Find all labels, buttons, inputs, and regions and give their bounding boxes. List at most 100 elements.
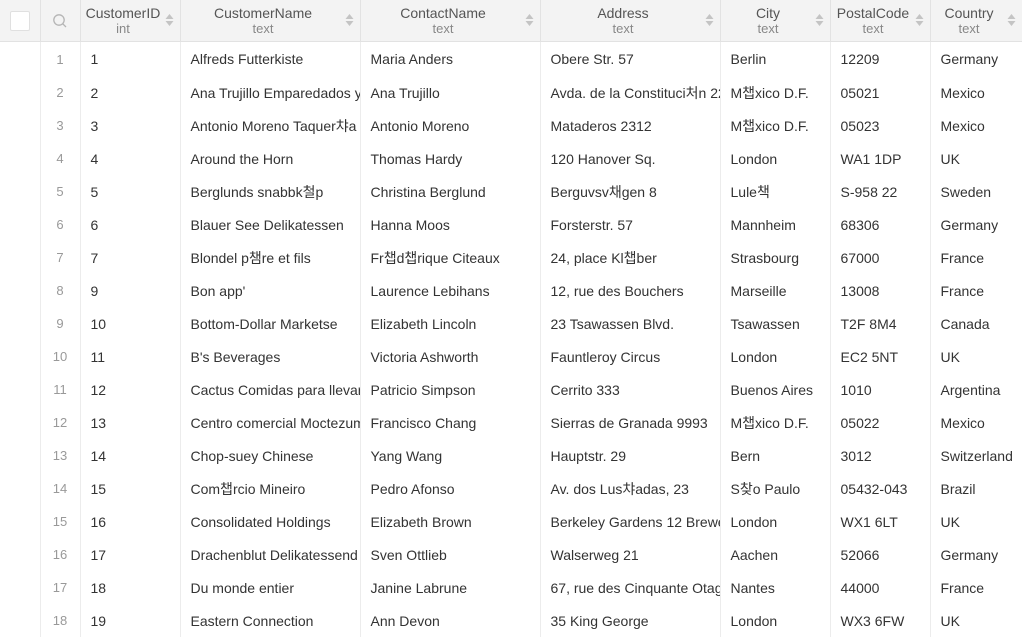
table-row[interactable]: 3 3 Antonio Moreno Taquer챠a Antonio Moreno M… [0, 109, 1022, 142]
cell-city[interactable]: Mannheim [720, 208, 831, 241]
table-row[interactable]: 1 1 Alfreds Futterkiste Maria Anders Obere S… [0, 41, 1022, 76]
cell-country[interactable]: Germany [930, 41, 1022, 76]
cell-postal-code[interactable]: 1010 [830, 373, 931, 406]
cell-customer-id[interactable]: 5 [80, 175, 181, 208]
cell-postal-code[interactable]: 67000 [830, 241, 931, 274]
table-row[interactable]: 5 5 Berglunds snabbk철p Christina Berglund Be… [0, 175, 1022, 208]
column-header-country[interactable]: Country text [930, 0, 1022, 42]
column-header-postal-code[interactable]: PostalCode text [830, 0, 931, 42]
row-select-cell[interactable] [0, 142, 41, 175]
cell-contact-name[interactable]: Maria Anders [360, 41, 541, 76]
row-select-cell[interactable] [0, 175, 41, 208]
cell-customer-name[interactable]: Cactus Comidas para llevar [180, 373, 361, 406]
cell-address[interactable]: 35 King George [540, 604, 721, 637]
cell-contact-name[interactable]: Sven Ottlieb [360, 538, 541, 571]
cell-customer-id[interactable]: 15 [80, 472, 181, 505]
cell-country[interactable]: Mexico [930, 76, 1022, 109]
cell-country[interactable]: Brazil [930, 472, 1022, 505]
table-row[interactable]: 7 7 Blondel p챔re et fils Fr챕d챕rique Citeaux… [0, 241, 1022, 274]
cell-country[interactable]: UK [930, 604, 1022, 637]
cell-city[interactable]: London [720, 142, 831, 175]
cell-customer-name[interactable]: Drachenblut Delikatessend [180, 538, 361, 571]
table-row[interactable]: 2 2 Ana Trujillo Emparedados y Ana Trujillo… [0, 76, 1022, 109]
cell-country[interactable]: UK [930, 142, 1022, 175]
cell-customer-name[interactable]: Du monde entier [180, 571, 361, 604]
cell-customer-name[interactable]: Alfreds Futterkiste [180, 41, 361, 76]
cell-country[interactable]: Germany [930, 538, 1022, 571]
row-select-cell[interactable] [0, 109, 41, 142]
cell-postal-code[interactable]: S-958 22 [830, 175, 931, 208]
cell-country[interactable]: Sweden [930, 175, 1022, 208]
row-select-cell[interactable] [0, 41, 41, 76]
cell-postal-code[interactable]: 05023 [830, 109, 931, 142]
cell-contact-name[interactable]: Laurence Lebihans [360, 274, 541, 307]
cell-address[interactable]: Berguvsv채gen 8 [540, 175, 721, 208]
cell-address[interactable]: Fauntleroy Circus [540, 340, 721, 373]
column-header-customer-id[interactable]: CustomerID int [80, 0, 181, 42]
table-row[interactable]: 10 11 B's Beverages Victoria Ashworth Fauntl… [0, 340, 1022, 373]
cell-city[interactable]: S찾o Paulo [720, 472, 831, 505]
column-header-address[interactable]: Address text [540, 0, 721, 42]
cell-country[interactable]: UK [930, 340, 1022, 373]
cell-city[interactable]: Bern [720, 439, 831, 472]
cell-country[interactable]: Switzerland [930, 439, 1022, 472]
cell-customer-name[interactable]: Bon app' [180, 274, 361, 307]
cell-customer-id[interactable]: 17 [80, 538, 181, 571]
cell-postal-code[interactable]: 05021 [830, 76, 931, 109]
cell-customer-id[interactable]: 2 [80, 76, 181, 109]
cell-postal-code[interactable]: 3012 [830, 439, 931, 472]
cell-contact-name[interactable]: Yang Wang [360, 439, 541, 472]
table-row[interactable]: 4 4 Around the Horn Thomas Hardy 120 Hanover… [0, 142, 1022, 175]
cell-address[interactable]: Obere Str. 57 [540, 41, 721, 76]
cell-customer-id[interactable]: 12 [80, 373, 181, 406]
cell-contact-name[interactable]: Francisco Chang [360, 406, 541, 439]
cell-city[interactable]: M챕xico D.F. [720, 109, 831, 142]
cell-city[interactable]: M챕xico D.F. [720, 406, 831, 439]
cell-address[interactable]: Sierras de Granada 9993 [540, 406, 721, 439]
cell-city[interactable]: M챕xico D.F. [720, 76, 831, 109]
cell-customer-name[interactable]: B's Beverages [180, 340, 361, 373]
row-select-cell[interactable] [0, 505, 41, 538]
cell-customer-id[interactable]: 16 [80, 505, 181, 538]
cell-customer-name[interactable]: Eastern Connection [180, 604, 361, 637]
cell-city[interactable]: Buenos Aires [720, 373, 831, 406]
cell-customer-id[interactable]: 6 [80, 208, 181, 241]
row-select-cell[interactable] [0, 208, 41, 241]
cell-customer-id[interactable]: 10 [80, 307, 181, 340]
sort-icon[interactable] [815, 13, 824, 27]
column-header-customer-name[interactable]: CustomerName text [180, 0, 361, 42]
row-select-cell[interactable] [0, 76, 41, 109]
search-icon[interactable] [52, 13, 68, 29]
cell-customer-id[interactable]: 7 [80, 241, 181, 274]
cell-city[interactable]: Tsawassen [720, 307, 831, 340]
cell-address[interactable]: 67, rue des Cinquante Otages [540, 571, 721, 604]
table-row[interactable]: 15 16 Consolidated Holdings Elizabeth Brown… [0, 505, 1022, 538]
cell-customer-name[interactable]: Ana Trujillo Emparedados y [180, 76, 361, 109]
row-select-cell[interactable] [0, 340, 41, 373]
cell-address[interactable]: 24, place Kl챕ber [540, 241, 721, 274]
cell-customer-name[interactable]: Bottom-Dollar Marketse [180, 307, 361, 340]
cell-address[interactable]: Cerrito 333 [540, 373, 721, 406]
cell-postal-code[interactable]: 44000 [830, 571, 931, 604]
cell-postal-code[interactable]: 05432-043 [830, 472, 931, 505]
sort-icon[interactable] [345, 13, 354, 27]
table-row[interactable]: 12 13 Centro comercial Moctezuma Francisco … [0, 406, 1022, 439]
cell-country[interactable]: France [930, 571, 1022, 604]
cell-contact-name[interactable]: Janine Labrune [360, 571, 541, 604]
cell-contact-name[interactable]: Ana Trujillo [360, 76, 541, 109]
cell-country[interactable]: Mexico [930, 406, 1022, 439]
cell-address[interactable]: 12, rue des Bouchers [540, 274, 721, 307]
cell-contact-name[interactable]: Antonio Moreno [360, 109, 541, 142]
table-row[interactable]: 13 14 Chop-suey Chinese Yang Wang Hauptstr. … [0, 439, 1022, 472]
cell-address[interactable]: Walserweg 21 [540, 538, 721, 571]
row-select-cell[interactable] [0, 307, 41, 340]
cell-contact-name[interactable]: Thomas Hardy [360, 142, 541, 175]
cell-postal-code[interactable]: 12209 [830, 41, 931, 76]
cell-contact-name[interactable]: Pedro Afonso [360, 472, 541, 505]
row-select-cell[interactable] [0, 274, 41, 307]
cell-customer-name[interactable]: Berglunds snabbk철p [180, 175, 361, 208]
cell-customer-id[interactable]: 1 [80, 41, 181, 76]
table-row[interactable]: 17 18 Du monde entier Janine Labrune 67, rue… [0, 571, 1022, 604]
cell-contact-name[interactable]: Victoria Ashworth [360, 340, 541, 373]
cell-postal-code[interactable]: WX3 6FW [830, 604, 931, 637]
